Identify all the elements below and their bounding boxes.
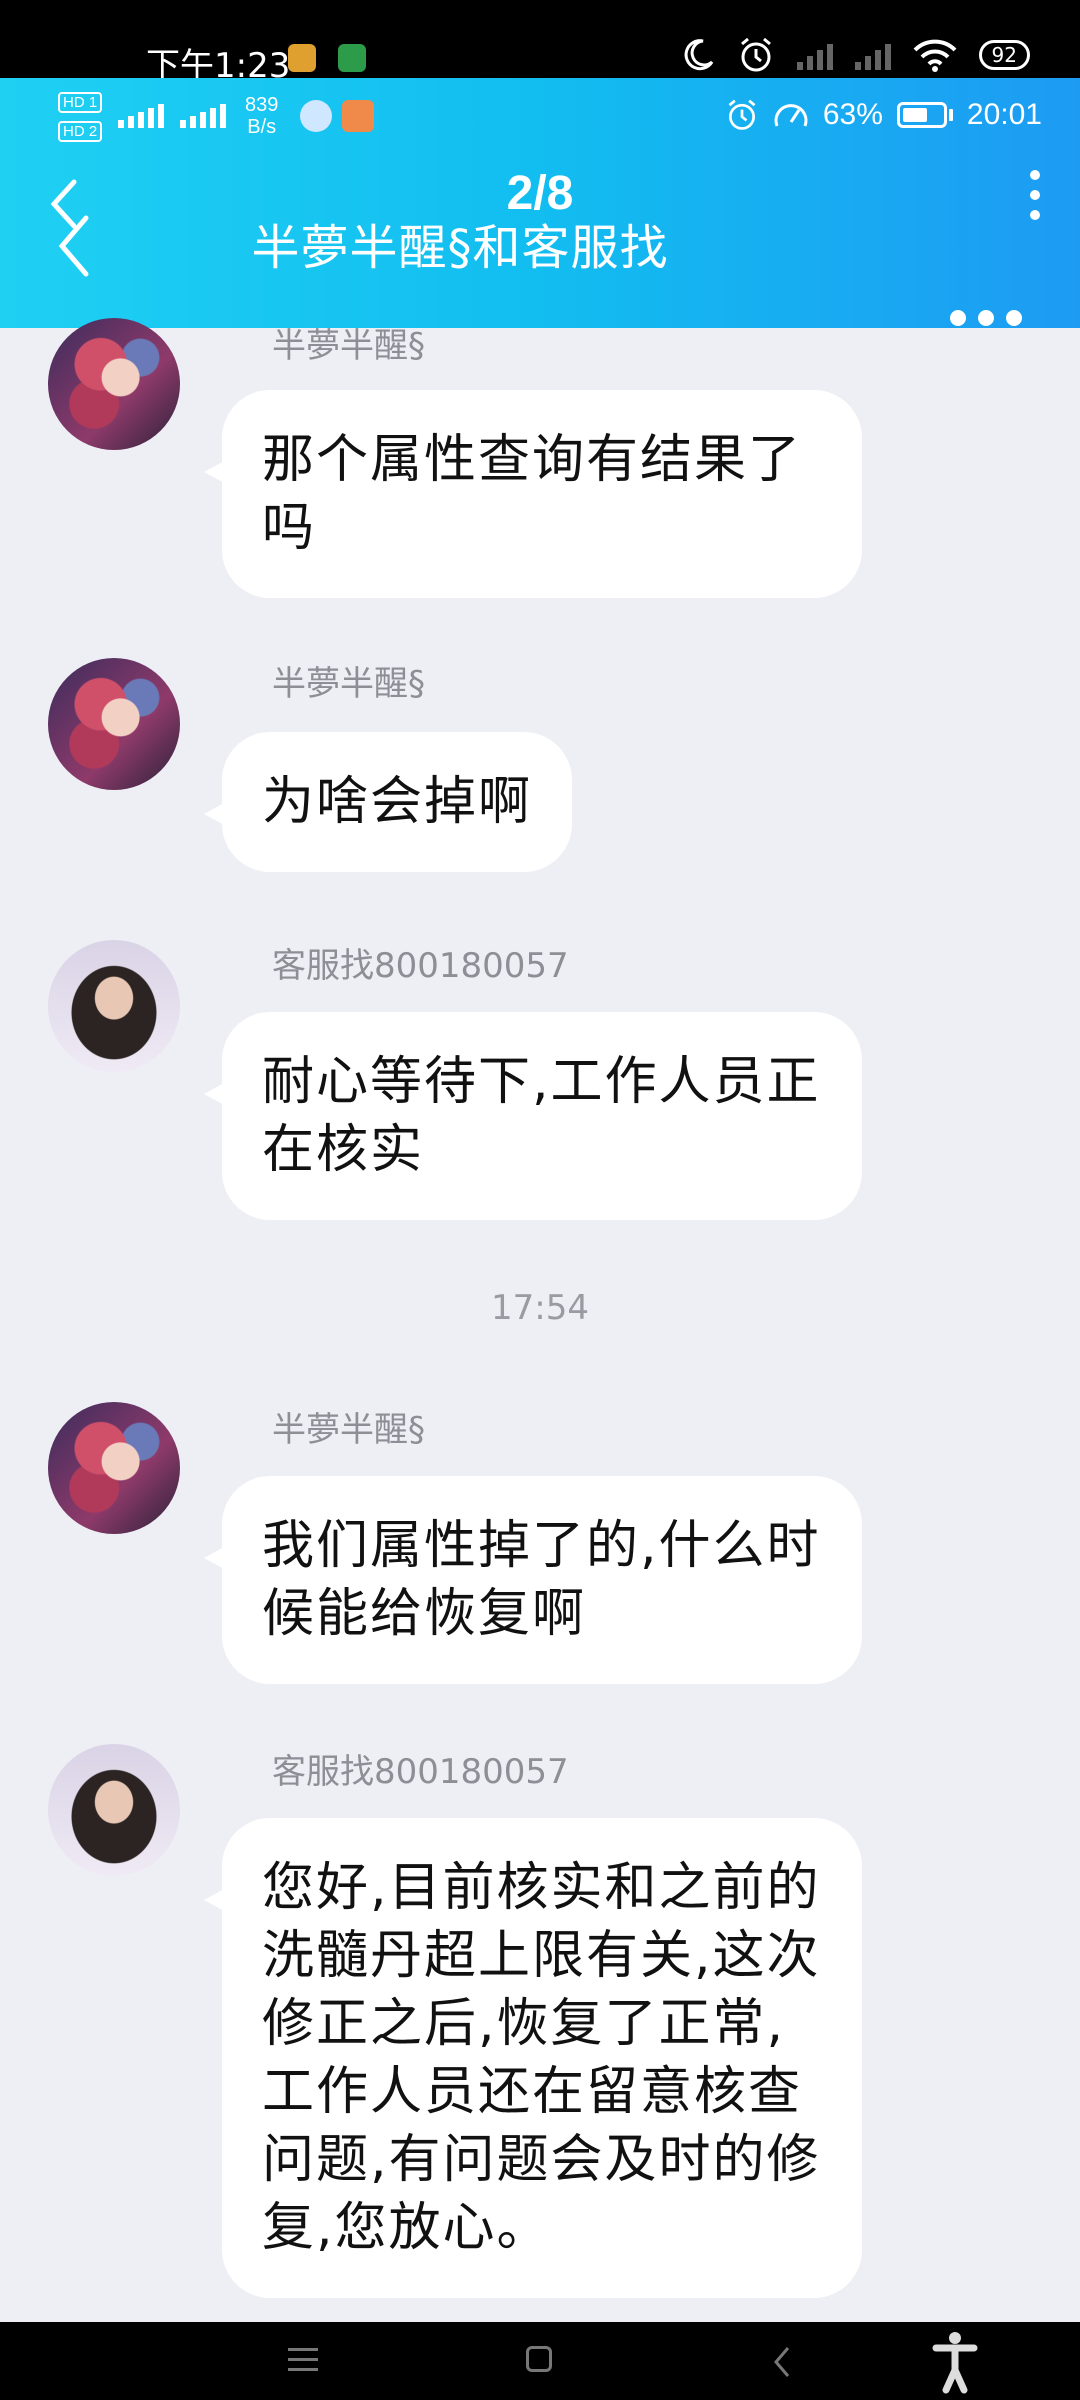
accessibility-icon[interactable] xyxy=(930,2330,980,2394)
battery-icon: 92 xyxy=(978,40,1030,70)
battery-icon xyxy=(896,102,953,128)
signal-icon xyxy=(118,98,164,128)
app-notify-icon xyxy=(342,100,374,132)
message-bubble[interactable]: 我们属性掉了的,什么时候能给恢复啊 xyxy=(204,1476,862,1684)
app-notify-icon xyxy=(300,100,332,132)
network-speed-value: 839 xyxy=(245,94,279,116)
message-sender: 半夢半醒§ xyxy=(272,664,425,704)
inner-status-time: 20:01 xyxy=(966,98,1042,131)
speed-percent: 63% xyxy=(822,98,883,131)
alarm-icon xyxy=(728,99,756,130)
home-icon[interactable] xyxy=(526,2346,552,2372)
viewer-more-icon[interactable] xyxy=(1030,170,1040,220)
navigation-bar xyxy=(0,2322,1080,2400)
signal-icon xyxy=(854,40,891,70)
hd1-badge: HD 1 xyxy=(58,92,103,113)
hd-indicators: HD 1 HD 2 xyxy=(58,92,103,142)
avatar[interactable] xyxy=(48,1402,180,1534)
network-speed-unit: B/s xyxy=(247,116,277,138)
moon-icon xyxy=(684,39,713,71)
message-bubble[interactable]: 那个属性查询有结果了吗 xyxy=(204,390,862,598)
message-bubble[interactable]: 您好,目前核实和之前的洗髓丹超上限有关,这次修正之后,恢复了正常,工作人员还在留… xyxy=(204,1818,862,2298)
message-sender: 半夢半醒§ xyxy=(272,326,425,366)
message-sender: 客服找800180057 xyxy=(272,946,569,986)
avatar[interactable] xyxy=(48,1744,180,1876)
chat-header: HD 1 HD 2 839 B/s 63% 20:01 2/8 半夢半醒§和客服… xyxy=(0,78,1080,328)
chat-more-icon[interactable] xyxy=(950,310,1022,326)
notification-app-icon xyxy=(338,44,366,72)
wifi-icon xyxy=(913,39,956,72)
avatar[interactable] xyxy=(48,318,180,450)
message-sender: 客服找800180057 xyxy=(272,1752,569,1792)
avatar[interactable] xyxy=(48,658,180,790)
signal-icon xyxy=(180,98,226,128)
message-sender: 半夢半醒§ xyxy=(272,1410,425,1450)
signal-icon xyxy=(796,40,833,70)
menu-icon[interactable] xyxy=(288,2348,318,2378)
notification-app-icon xyxy=(288,44,316,72)
inner-status-bar: HD 1 HD 2 839 B/s 63% 20:01 xyxy=(0,78,1080,158)
back-icon[interactable] xyxy=(770,2344,794,2380)
chat-title: 半夢半醒§和客服找 xyxy=(251,220,669,276)
speed-icon xyxy=(774,104,808,127)
network-speed: 839 B/s xyxy=(245,94,278,138)
message-bubble[interactable]: 耐心等待下,工作人员正在核实 xyxy=(204,1012,862,1220)
message-bubble[interactable]: 为啥会掉啊 xyxy=(203,732,573,872)
avatar[interactable] xyxy=(48,940,180,1072)
message-timestamp: 17:54 xyxy=(491,1288,589,1328)
alarm-icon xyxy=(740,37,771,72)
hd2-badge: HD 2 xyxy=(58,121,103,142)
outer-status-bar: 下午1:23 92 xyxy=(0,0,1080,86)
